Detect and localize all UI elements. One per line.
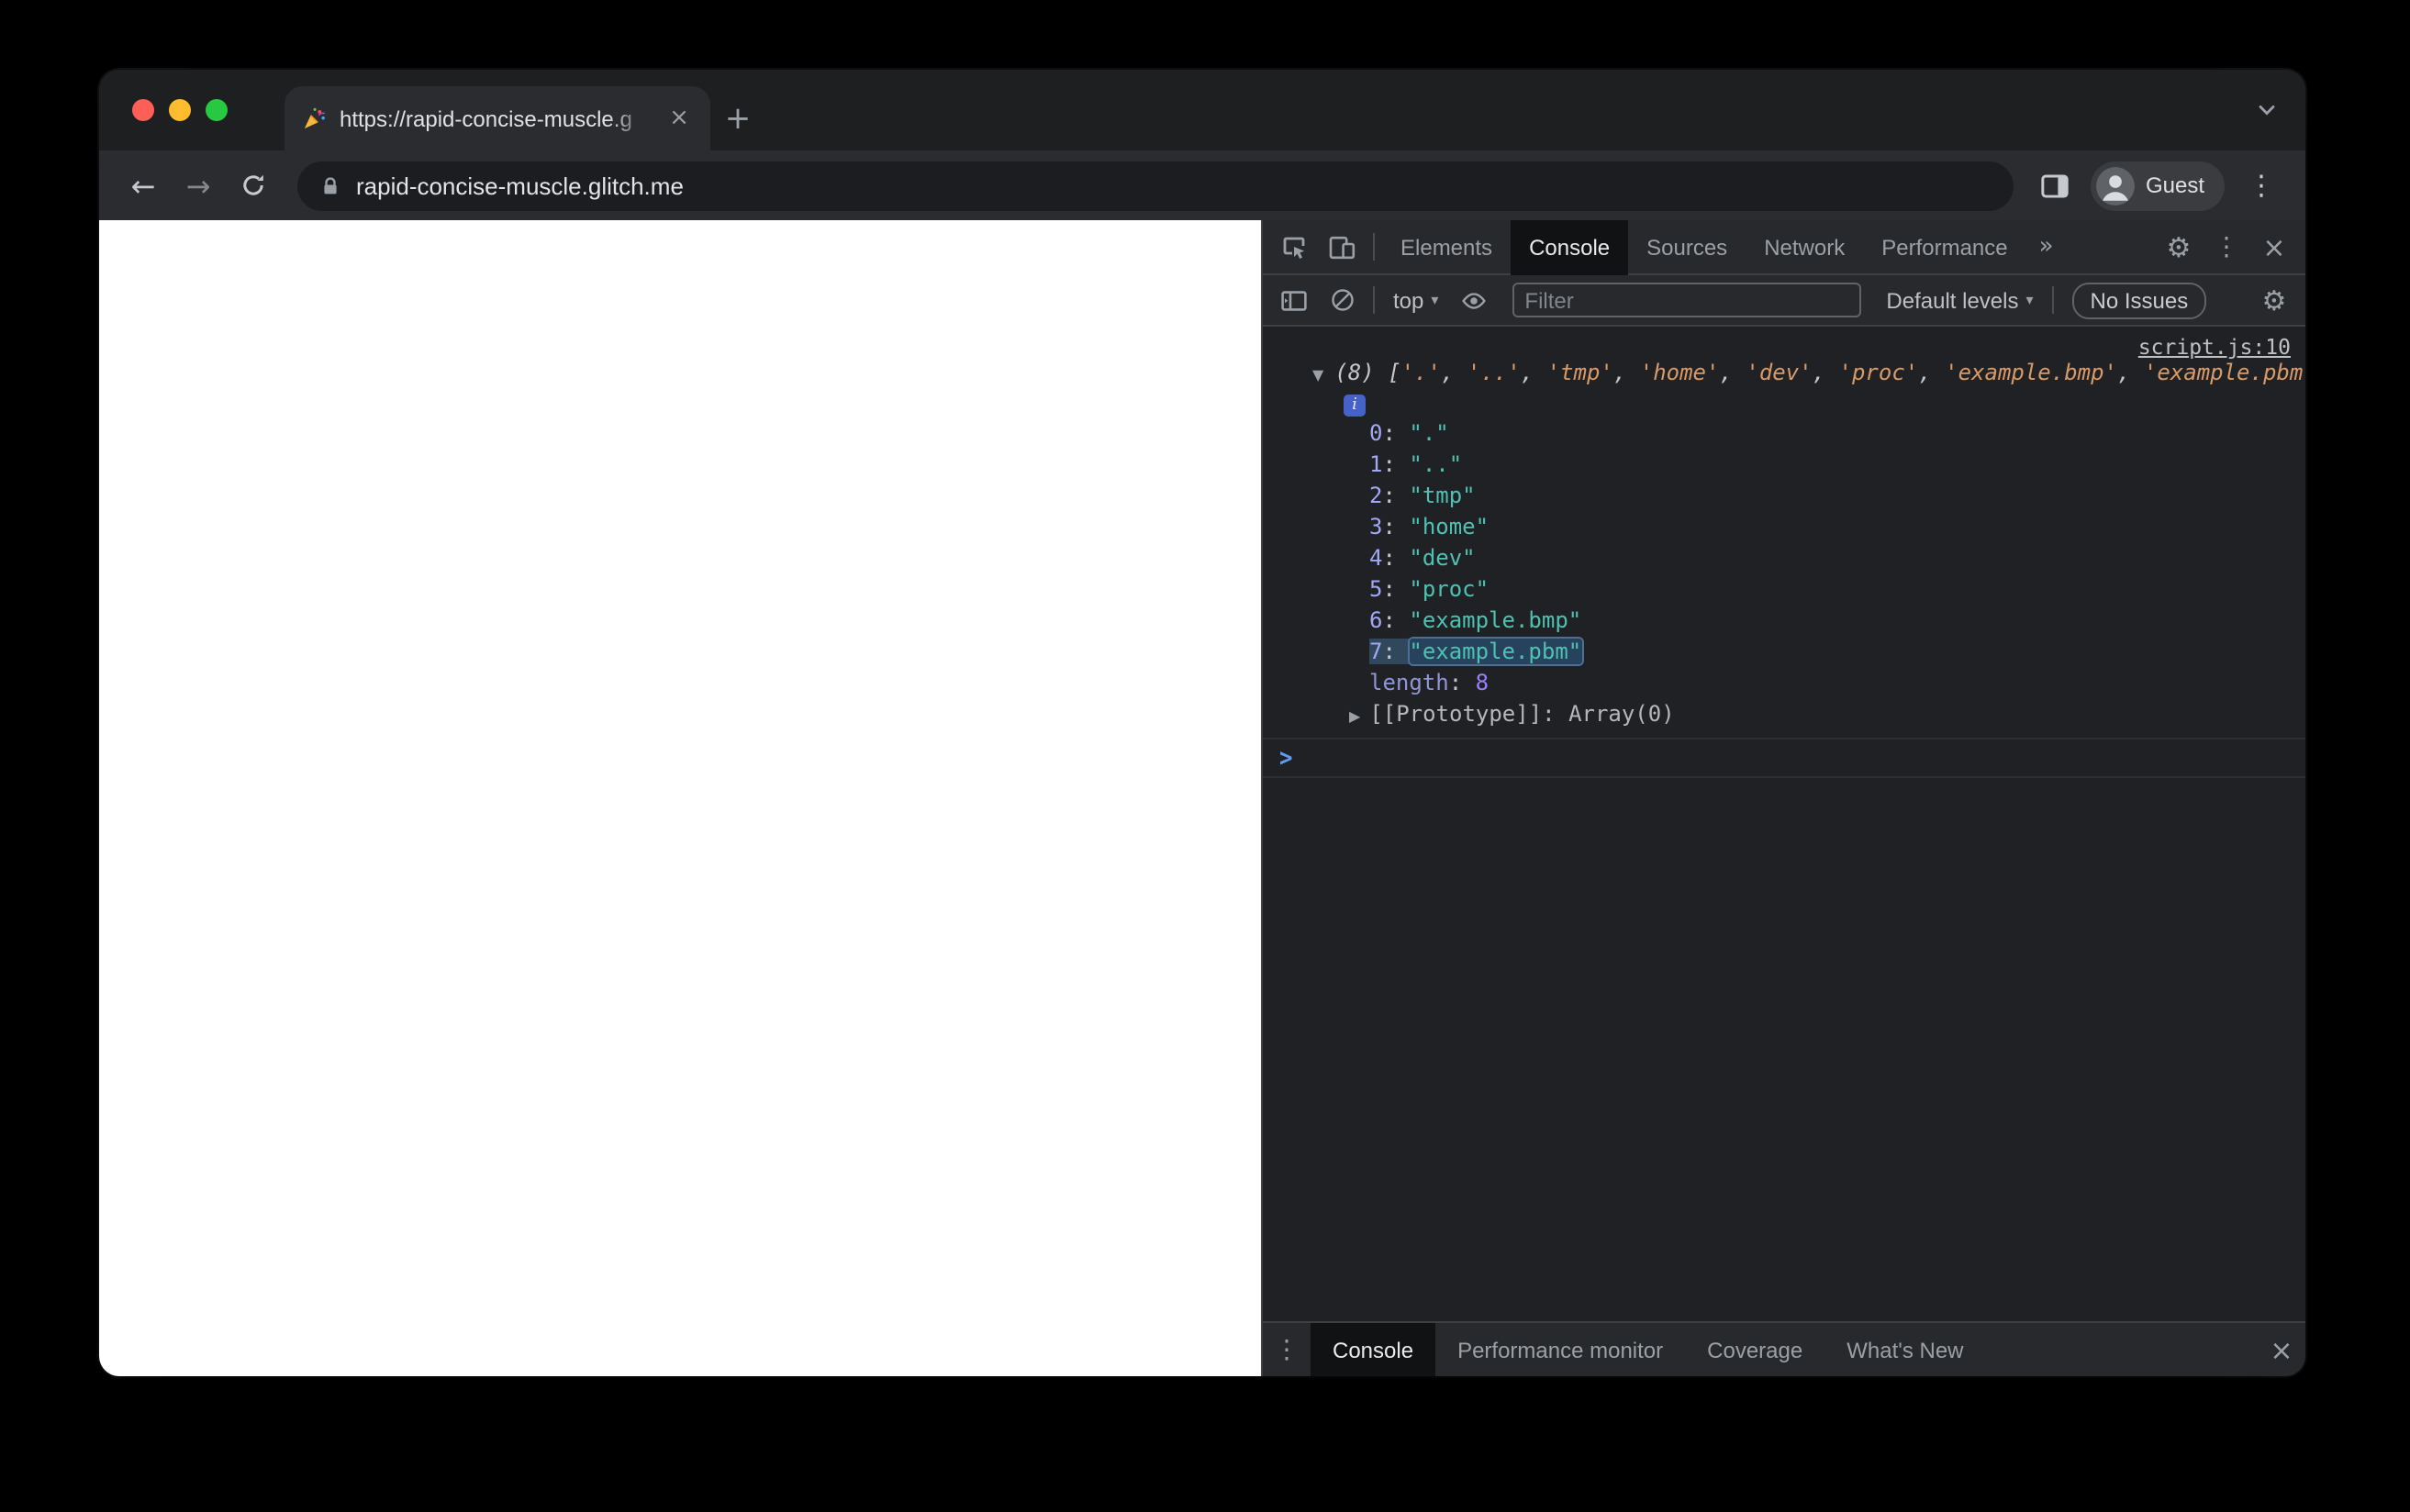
devtools-tabs: Elements Console Sources Network Performance (1382, 219, 2026, 274)
context-selector-label: top (1393, 287, 1424, 313)
info-icon[interactable]: i (1344, 394, 1366, 416)
devtools-tab-elements[interactable]: Elements (1382, 219, 1511, 274)
desktop: https://rapid-concise-muscle.g × + ← → r… (0, 0, 2410, 1512)
inspect-element-icon[interactable] (1270, 223, 1318, 271)
drawer-right: × (2258, 1326, 2305, 1373)
divider (2051, 286, 2054, 314)
tab-strip: https://rapid-concise-muscle.g × + (99, 70, 2305, 150)
reload-icon[interactable] (228, 160, 279, 211)
minimize-window-button[interactable] (169, 99, 191, 121)
traffic-lights (132, 70, 228, 150)
array-preview-line[interactable]: ▼ (8) ['.', '..', 'tmp', 'home', 'dev', … (1263, 360, 2305, 391)
devtools-tab-console[interactable]: Console (1511, 219, 1629, 274)
avatar (2095, 166, 2135, 205)
profile-chip[interactable]: Guest (2090, 161, 2225, 210)
browser-tab[interactable]: https://rapid-concise-muscle.g × (285, 86, 710, 150)
chevron-down-icon: ▾ (2025, 292, 2034, 308)
live-expression-eye-icon[interactable] (1449, 276, 1497, 324)
console-sidebar-icon[interactable] (1270, 276, 1318, 324)
settings-gear-icon[interactable]: ⚙ (2155, 223, 2203, 271)
console-toolbar-right: ⚙ (2250, 276, 2298, 324)
source-link[interactable]: script.js:10 (2138, 334, 2291, 360)
array-entry-6[interactable]: 6: "example.bmp" (1263, 606, 2305, 637)
length-row: length: 8 (1369, 670, 1490, 695)
array-entry-2[interactable]: 2: "tmp" (1263, 481, 2305, 512)
array-entry-4[interactable]: 4: "dev" (1263, 543, 2305, 574)
devtools-tabbar: Elements Console Sources Network Performance… (1263, 219, 2305, 275)
array-preview-text: (8) ['.', '..', 'tmp', 'home', 'dev', 'p… (1334, 360, 2305, 385)
tab-title: https://rapid-concise-muscle.g (340, 106, 632, 131)
drawer-menu-kebab-icon[interactable]: ⋮ (1263, 1326, 1311, 1373)
source-line: script.js:10 (1263, 330, 2305, 360)
window-content: Elements Console Sources Network Performance… (99, 219, 2305, 1376)
devtools-tab-network[interactable]: Network (1746, 219, 1863, 274)
devtools-menu-kebab-icon[interactable]: ⋮ (2203, 223, 2250, 271)
tab-close-icon[interactable]: × (664, 104, 694, 133)
prototype-row[interactable]: ▶ [[Prototype]]: Array(0) (1263, 699, 2305, 730)
issues-counter[interactable]: No Issues (2071, 282, 2207, 318)
url-text[interactable]: rapid-concise-muscle.glitch.me (356, 172, 684, 199)
console-output: script.js:10 ▼ (8) ['.', '..', 'tmp', 'h… (1263, 327, 2305, 1321)
array-entry-3[interactable]: 3: "home" (1263, 512, 2305, 543)
browser-toolbar: ← → rapid-concise-muscle.glitch.me Guest… (99, 150, 2305, 220)
prototype-key: [[Prototype]] (1369, 701, 1543, 727)
devtools-panel: Elements Console Sources Network Performance… (1261, 219, 2305, 1376)
devtools-tabbar-right: ⚙ ⋮ × (2155, 223, 2298, 271)
drawer-tab-what-s-new[interactable]: What's New (1824, 1322, 1985, 1376)
prototype-value: Array(0) (1568, 701, 1675, 727)
prototype-separator: : (1542, 701, 1569, 727)
collapse-triangle-icon[interactable]: ▼ (1312, 367, 1323, 384)
browser-window: https://rapid-concise-muscle.g × + ← → r… (99, 70, 2305, 1376)
devtools-tab-performance[interactable]: Performance (1863, 219, 2025, 274)
browser-menu-kebab-icon[interactable]: ⋮ (2236, 160, 2287, 211)
forward-icon[interactable]: → (173, 160, 224, 211)
divider (1373, 233, 1375, 261)
device-toolbar-icon[interactable] (1318, 223, 1366, 271)
log-levels-dropdown[interactable]: Default levels ▾ (1875, 287, 2044, 313)
divider (1373, 286, 1375, 314)
filter-input[interactable] (1512, 283, 1861, 317)
log-levels-label: Default levels (1886, 287, 2019, 313)
party-popper-icon (301, 106, 327, 131)
array-entry-0[interactable]: 0: "." (1263, 418, 2305, 450)
side-panel-icon[interactable] (2032, 161, 2080, 209)
back-icon[interactable]: ← (117, 160, 169, 211)
devtools-drawer: ⋮ Console Performance monitor Coverage What… (1263, 1321, 2305, 1376)
length-key: length (1369, 670, 1449, 695)
prompt-chevron-icon: > (1279, 742, 1293, 773)
lock-icon[interactable] (319, 173, 341, 197)
new-tab-button[interactable]: + (710, 86, 765, 150)
devtools-tab-sources[interactable]: Sources (1628, 219, 1746, 274)
drawer-tabs: Console Performance monitor Coverage What's… (1311, 1322, 1986, 1376)
expand-triangle-icon[interactable]: ▶ (1349, 708, 1360, 725)
length-value: 8 (1475, 670, 1490, 695)
clear-console-icon[interactable] (1318, 276, 1366, 324)
array-entries: 0: "." 1: ".." 2: "tmp" 3: "home" 4: "dev" 5:… (1263, 418, 2305, 668)
drawer-tab-coverage[interactable]: Coverage (1685, 1322, 1824, 1376)
page-viewport (99, 220, 1261, 1376)
drawer-close-icon[interactable]: × (2258, 1326, 2305, 1373)
close-window-button[interactable] (132, 99, 154, 121)
zoom-window-button[interactable] (206, 99, 228, 121)
console-toolbar: top ▾ Default levels ▾ (1263, 275, 2305, 327)
drawer-tab-console[interactable]: Console (1311, 1322, 1436, 1376)
devtools-close-icon[interactable]: × (2250, 223, 2298, 271)
array-entry-1[interactable]: 1: ".." (1263, 450, 2305, 481)
array-entry-7[interactable]: 7: "example.pbm" (1263, 637, 2305, 668)
address-bar[interactable]: rapid-concise-muscle.glitch.me (297, 161, 2014, 210)
drawer-tab-performance-monitor[interactable]: Performance monitor (1435, 1322, 1685, 1376)
context-selector[interactable]: top ▾ (1382, 287, 1449, 313)
profile-name: Guest (2145, 172, 2204, 198)
more-tabs-icon[interactable]: » (2026, 233, 2067, 261)
tab-search-chevron-icon[interactable] (2256, 99, 2278, 121)
array-entry-5[interactable]: 5: "proc" (1263, 574, 2305, 606)
console-settings-gear-icon[interactable]: ⚙ (2250, 276, 2298, 324)
chevron-down-icon: ▾ (1431, 292, 1439, 308)
console-message: script.js:10 ▼ (8) ['.', '..', 'tmp', 'h… (1263, 330, 2305, 739)
info-line: i (1263, 391, 2305, 418)
console-prompt[interactable]: > (1263, 739, 2305, 778)
